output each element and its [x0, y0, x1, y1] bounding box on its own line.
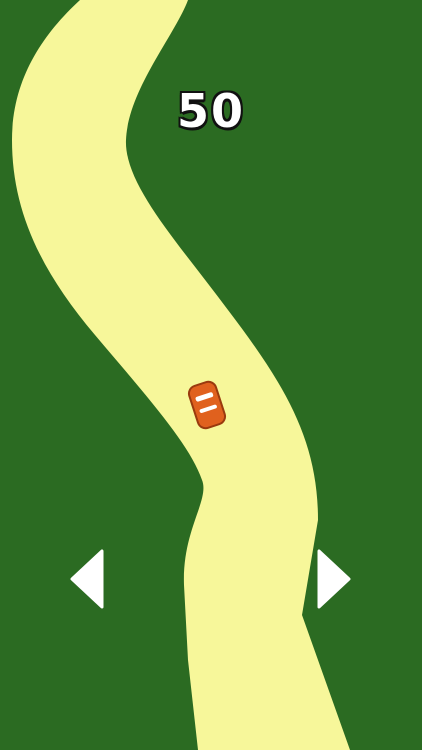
- arrow-right-icon: [317, 549, 351, 609]
- score-counter: 50: [176, 84, 245, 138]
- steer-right-button[interactable]: [313, 548, 353, 610]
- game-canvas[interactable]: 50: [0, 0, 422, 750]
- steer-left-button[interactable]: [68, 548, 108, 610]
- arrow-left-icon: [70, 549, 104, 609]
